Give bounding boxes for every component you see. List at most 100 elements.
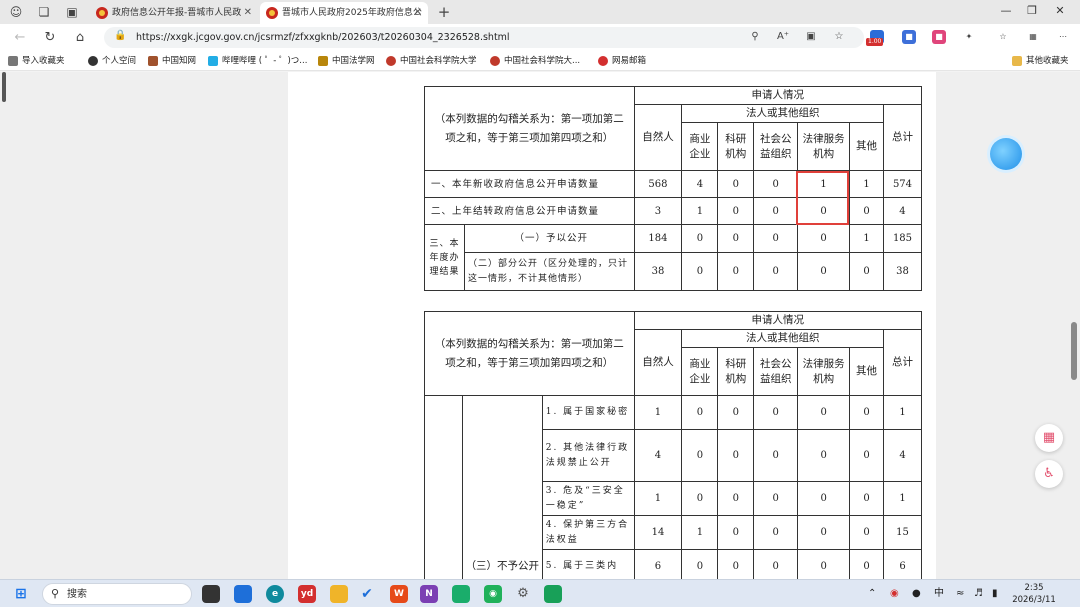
applicant-header: 申请人情况 <box>633 86 922 105</box>
row-label: 4. 保护第三方合法权益 <box>541 515 635 550</box>
zoom-icon[interactable]: ⚲ <box>748 30 762 44</box>
close-tab-icon[interactable]: ✕ <box>414 2 422 24</box>
wechat-icon[interactable]: ◉ <box>484 585 502 603</box>
ime-indicator[interactable]: 中 <box>934 585 944 603</box>
cell: 0 <box>717 170 755 198</box>
cell: 0 <box>753 197 799 225</box>
org-header: 法人或其他组织 <box>681 104 884 123</box>
tab-annual-report-list[interactable]: 政府信息公开年报-晋城市人民政 ✕ <box>90 2 258 24</box>
cell: 15 <box>883 515 922 550</box>
scrollbar-thumb[interactable] <box>1071 322 1077 380</box>
cell: 0 <box>681 549 719 579</box>
sidebar-grip[interactable] <box>2 72 6 102</box>
windows-start-icon[interactable]: ⊞ <box>12 585 30 603</box>
page-scrollbar[interactable] <box>1068 72 1080 579</box>
cell: 0 <box>681 481 719 516</box>
cell: 0 <box>717 252 755 291</box>
favorite-star-icon[interactable]: ☆ <box>832 30 846 44</box>
bookmark-label: 哔哩哔哩 ( ゜- ゜)つ... <box>222 56 308 66</box>
minimize-icon[interactable]: — <box>998 4 1014 17</box>
workspaces-icon[interactable]: ❏ <box>36 4 52 20</box>
task-view-icon[interactable] <box>202 585 220 603</box>
cell: 0 <box>753 252 799 291</box>
cell: 0 <box>849 549 884 579</box>
assistant-bubble-icon[interactable] <box>990 138 1022 170</box>
read-aloud-icon[interactable]: A⁺ <box>776 30 790 44</box>
cell: 0 <box>753 429 799 482</box>
globe-icon <box>88 56 98 66</box>
page-viewport[interactable]: （本列数据的勾稽关系为：第一项加第二项之和，等于第三项加第四项之和） 申请人情况… <box>0 72 1080 579</box>
cell: 0 <box>753 170 799 198</box>
row-label: （一）予以公开 <box>463 224 635 253</box>
bookmark-bilibili[interactable]: 哔哩哔哩 ( ゜- ゜)つ... <box>208 54 307 68</box>
row-label: 3. 危及“三安全一稳定” <box>541 481 635 516</box>
bookmark-label: 中国知网 <box>162 56 197 66</box>
immersive-reader-icon[interactable]: ▣ <box>804 30 818 44</box>
cell: 4 <box>681 170 719 198</box>
speaker-icon[interactable]: ♬ <box>974 585 983 603</box>
taskbar-search[interactable]: ⚲ 搜索 <box>42 583 192 605</box>
bookmark-cnki[interactable]: 中国知网 <box>148 54 196 68</box>
onenote-icon[interactable]: N <box>420 585 438 603</box>
battery-icon[interactable]: ▮ <box>992 585 998 603</box>
cell: 0 <box>753 549 799 579</box>
todo-icon[interactable]: ✔ <box>358 585 376 603</box>
cell: 0 <box>717 197 755 225</box>
home-icon[interactable]: ⌂ <box>72 30 88 46</box>
cell: 0 <box>849 481 884 516</box>
back-icon[interactable]: ← <box>12 30 28 46</box>
bookmark-import[interactable]: 导入收藏夹 <box>8 54 65 68</box>
bookmark-ucass-2[interactable]: 中国社会科学院大... <box>490 54 580 68</box>
edge-icon[interactable]: e <box>266 585 284 603</box>
bookmark-personal-space[interactable]: 个人空间 <box>88 54 136 68</box>
lock-icon[interactable]: 🔒 <box>114 30 126 41</box>
cell: 0 <box>797 224 851 253</box>
refresh-icon[interactable]: ↻ <box>42 30 58 46</box>
more-menu-icon[interactable]: ⋯ <box>1056 30 1070 44</box>
profile-icon[interactable]: ☺ <box>8 4 24 20</box>
messaging-icon[interactable] <box>452 585 470 603</box>
cell: 0 <box>797 549 851 579</box>
microphone-icon[interactable]: ● <box>912 585 921 603</box>
screen-app-icon[interactable] <box>544 585 562 603</box>
close-window-icon[interactable]: ✕ <box>1052 4 1068 17</box>
extensions-puzzle-icon[interactable]: ✦ <box>962 30 976 44</box>
col-total: 总计 <box>882 104 923 171</box>
tray-chevron-icon[interactable]: ⌃ <box>868 585 876 603</box>
statistics-table-2: （本列数据的勾稽关系为：第一项加第二项之和，等于第三项加第四项之和） 申请人情况… <box>424 311 923 579</box>
extension-pink-icon[interactable]: ■ <box>932 30 946 44</box>
wifi-icon[interactable]: ≈ <box>956 585 964 603</box>
col-business: 商业企业 <box>681 122 719 171</box>
bookmark-other-folder[interactable]: 其他收藏夹 <box>1012 54 1069 68</box>
tab-actions-icon[interactable]: ▣ <box>64 4 80 20</box>
file-explorer-icon[interactable] <box>330 585 348 603</box>
cell: 4 <box>883 429 922 482</box>
collections-icon[interactable]: ▦ <box>1026 30 1040 44</box>
close-tab-icon[interactable]: ✕ <box>244 2 252 24</box>
settings-gear-icon[interactable]: ⚙ <box>514 585 532 603</box>
cell: 0 <box>797 252 851 291</box>
float-accessibility-icon[interactable]: ♿ <box>1035 460 1063 488</box>
system-clock[interactable]: 2:35 2026/3/11 <box>1010 582 1058 606</box>
url-text[interactable]: https://xxgk.jcgov.gov.cn/jcsrmzf/zfxxgk… <box>136 27 510 48</box>
col-total: 总计 <box>883 329 922 396</box>
new-tab-icon[interactable]: + <box>436 4 452 20</box>
float-tools-icon[interactable]: ▦ <box>1035 424 1063 452</box>
restore-icon[interactable]: ❐ <box>1024 4 1040 17</box>
favorites-icon[interactable]: ☆ <box>996 30 1010 44</box>
tab-annual-report-2025[interactable]: 晋城市人民政府2025年政府信息公 ✕ <box>260 2 428 24</box>
extension-blue-icon[interactable]: ■ <box>902 30 916 44</box>
mail-icon <box>598 56 608 66</box>
bookmark-netease-mail[interactable]: 网易邮箱 <box>598 54 646 68</box>
youdao-icon[interactable]: yd <box>298 585 316 603</box>
bookmark-ucass[interactable]: 中国社会科学院大学 <box>386 54 477 68</box>
col-natural-person: 自然人 <box>633 329 683 396</box>
cell: 0 <box>753 224 799 253</box>
cell: 0 <box>753 395 799 430</box>
widgets-icon[interactable] <box>234 585 252 603</box>
tray-app-icon[interactable]: ◉ <box>890 585 899 603</box>
col-natural-person: 自然人 <box>633 104 683 171</box>
wps-icon[interactable]: W <box>390 585 408 603</box>
url-field[interactable]: 🔒 https://xxgk.jcgov.gov.cn/jcsrmzf/zfxx… <box>104 27 864 48</box>
bookmark-law-net[interactable]: 中国法学网 <box>318 54 375 68</box>
